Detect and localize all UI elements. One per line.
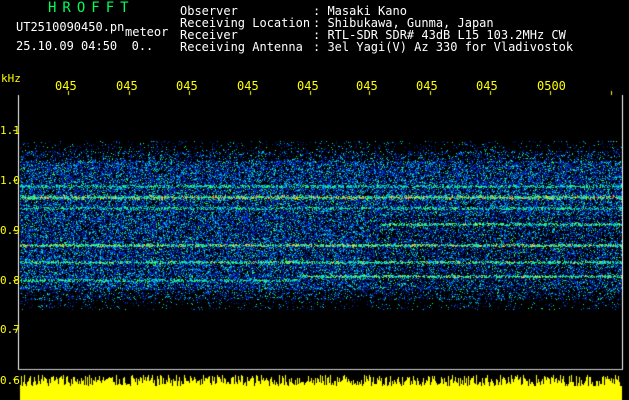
time-tick: 045 [476,79,498,93]
time-tick: 0500 [537,79,566,93]
datetime-text: 25.10.09 04:50 [16,39,118,53]
app-brand: HROFFT [48,0,135,16]
time-tick: 045 [237,79,259,93]
freq-tick: 0.7 [0,323,20,336]
freq-tick: 0.6 [0,374,20,387]
freq-tick: 0.9 [0,224,20,237]
freq-unit-label: kHz [1,72,21,85]
time-tick: 045 [416,79,438,93]
antenna-label: Receiving Antenna [180,40,303,54]
time-tick: 045 [356,79,378,93]
time-tick: 045 [116,79,138,93]
record-datetime: 25.10.09 04:50 0.. [16,39,153,53]
file-name: UT2510090450.pn [16,20,125,34]
time-tick: 045 [55,79,77,93]
spectrogram-canvas [0,0,629,400]
freq-tick: 1.1 [0,124,20,137]
freq-tick: 1.0 [0,174,20,187]
counter-text: 0.. [131,39,154,53]
time-tick: 045 [176,79,198,93]
freq-tick: 0.8 [0,274,20,287]
antenna-value: : 3el Yagi(V) Az 330 for Vladivostok [313,40,574,54]
mode-label: meteor [125,25,169,39]
time-tick: 045 [297,79,319,93]
